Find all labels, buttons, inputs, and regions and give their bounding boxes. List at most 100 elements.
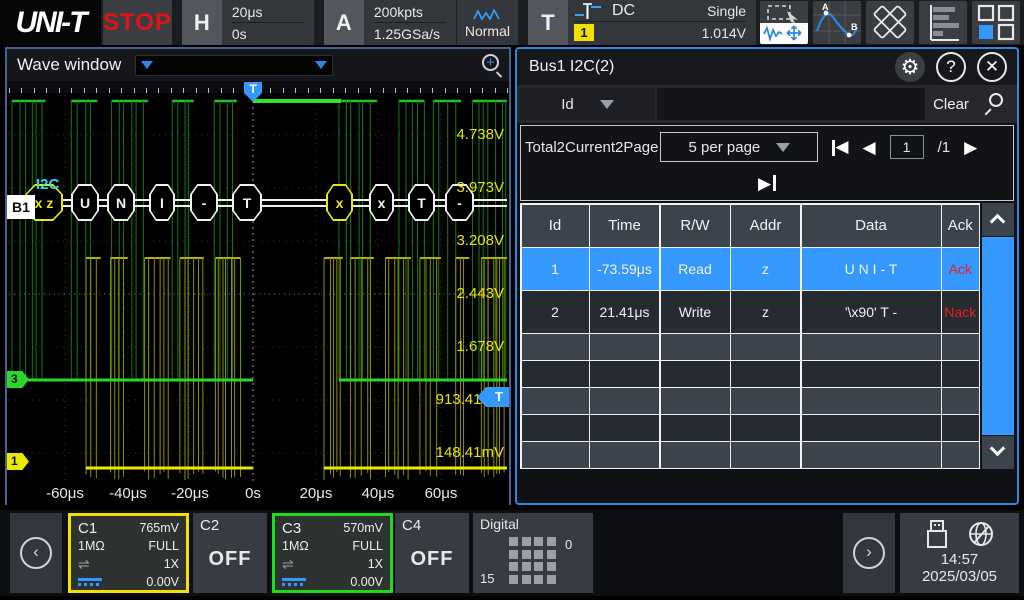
dropdown-arrow-icon	[600, 100, 614, 109]
channel1-probe: 1X	[164, 557, 179, 571]
clear-button[interactable]: Clear	[925, 96, 977, 113]
page-number-input[interactable]: 1	[890, 135, 924, 159]
table-cell[interactable]	[661, 334, 730, 359]
scrollbar-thumb[interactable]	[982, 237, 1014, 435]
collapse-left-button[interactable]: ‹	[10, 513, 62, 593]
table-cell[interactable]	[661, 415, 730, 440]
table-cell[interactable]: -73.59μs	[590, 248, 659, 289]
zoom-in-icon[interactable]: +	[482, 54, 499, 71]
channel3-probe: 1X	[368, 557, 383, 571]
digital-label: Digital	[480, 516, 519, 532]
run-state-button[interactable]: STOP	[103, 0, 172, 45]
select-zone-icon[interactable]	[760, 1, 808, 44]
table-cell[interactable]	[522, 334, 589, 359]
statistics-icon[interactable]	[919, 1, 967, 44]
table-cell[interactable]: Write	[661, 291, 730, 332]
measure-icon[interactable]	[866, 1, 914, 44]
per-page-dropdown[interactable]: 5 per page	[660, 132, 818, 162]
table-cell[interactable]: z	[731, 291, 800, 332]
table-cell[interactable]	[731, 361, 800, 386]
table-cell[interactable]	[731, 388, 800, 413]
acquire-key[interactable]: A	[324, 0, 364, 45]
table-cell[interactable]	[590, 334, 659, 359]
table-cell[interactable]: U N I - T	[802, 248, 941, 289]
voltage-label: 3.208V	[456, 232, 504, 249]
settings-gear-icon[interactable]: ⚙	[895, 52, 925, 82]
table-cell[interactable]	[731, 415, 800, 440]
clock-date: 2025/03/05	[900, 568, 1019, 585]
table-cell[interactable]	[590, 442, 659, 467]
channel2-tile[interactable]: C2 OFF	[193, 513, 267, 593]
channel3-tile[interactable]: C3570mV 1MΩFULL ⇌1X 0.00V	[272, 513, 393, 593]
window-layout-icon[interactable]	[972, 1, 1020, 44]
table-cell[interactable]	[942, 415, 979, 440]
horizontal-key[interactable]: H	[182, 0, 222, 45]
table-cell[interactable]	[802, 388, 941, 413]
search-input[interactable]	[657, 88, 925, 120]
table-cell[interactable]	[731, 442, 800, 467]
table-cell[interactable]: Nack	[942, 291, 979, 332]
brand-logo: UNI-T	[0, 0, 101, 45]
table-cell[interactable]	[661, 442, 730, 467]
table-cell[interactable]	[942, 361, 979, 386]
waveform-plot[interactable]: x zUNI-TxxT- B1 I2C 3 1 T 4.738V3.973V3.…	[7, 93, 509, 505]
table-cell[interactable]	[590, 361, 659, 386]
digital-tile[interactable]: Digital 0 15	[473, 513, 593, 593]
scroll-up-button[interactable]	[982, 203, 1014, 236]
table-cell[interactable]	[802, 415, 941, 440]
usb-icon	[924, 519, 950, 549]
topbar: UNI-T STOP H 20μs 0s A 200kpts 1.25GSa/s…	[0, 0, 1024, 45]
table-cell[interactable]: Read	[661, 248, 730, 289]
status-tile[interactable]: 14:57 2025/03/05	[900, 513, 1019, 593]
table-cell[interactable]: '\x90' T -	[802, 291, 941, 332]
channel1-offset: 0.00V	[146, 575, 179, 589]
channel1-tile[interactable]: C1765mV 1MΩFULL ⇌1X 0.00V	[68, 513, 189, 593]
table-cell[interactable]	[802, 442, 941, 467]
horizontal-section[interactable]: H 20μs 0s	[182, 0, 314, 45]
bus1-label[interactable]: B1	[7, 195, 35, 219]
search-field-value: Id	[561, 96, 574, 113]
decode-bubble: -	[190, 184, 218, 221]
table-cell[interactable]	[590, 415, 659, 440]
acquire-waveform-icon	[473, 7, 501, 23]
next-page-button[interactable]: ▶	[964, 139, 977, 156]
search-icon[interactable]	[977, 85, 1017, 123]
expand-right-button[interactable]: ›	[843, 513, 895, 593]
help-icon[interactable]: ?	[936, 52, 966, 82]
table-cell[interactable]	[942, 388, 979, 413]
wave-source-dropdown[interactable]	[135, 55, 333, 76]
prev-page-button[interactable]: ◀	[863, 139, 876, 156]
channel4-tile[interactable]: C4 OFF	[395, 513, 469, 593]
table-cell[interactable]	[590, 388, 659, 413]
table-cell[interactable]	[942, 442, 979, 467]
table-cell[interactable]	[522, 361, 589, 386]
table-cell[interactable]	[661, 388, 730, 413]
table-cell[interactable]	[522, 442, 589, 467]
table-cell[interactable]	[522, 415, 589, 440]
table-cell[interactable]: 2	[522, 291, 589, 332]
trigger-section[interactable]: T DC Single 1 1.014V	[528, 0, 756, 45]
table-cell[interactable]: z	[731, 248, 800, 289]
table-scrollbar[interactable]	[982, 203, 1014, 469]
channel3-bandwidth: FULL	[352, 539, 383, 553]
table-cell[interactable]	[731, 334, 800, 359]
scroll-down-button[interactable]	[982, 436, 1014, 469]
table-cell[interactable]: Ack	[942, 248, 979, 289]
first-page-button[interactable]: ◀	[832, 138, 848, 156]
acquire-section[interactable]: A 200kpts 1.25GSa/s Normal	[324, 0, 518, 45]
table-cell[interactable]: 1	[522, 248, 589, 289]
trigger-key[interactable]: T	[528, 0, 568, 45]
search-field-dropdown[interactable]: Id	[520, 88, 655, 120]
last-page-button[interactable]: ▶	[521, 168, 1013, 198]
table-cell[interactable]	[802, 361, 941, 386]
close-icon[interactable]: ✕	[977, 52, 1007, 82]
table-cell[interactable]	[942, 334, 979, 359]
horizontal-delay-value: 0s	[232, 23, 304, 44]
voltage-label: 1.678V	[456, 338, 504, 355]
table-cell[interactable]	[522, 388, 589, 413]
cursor-ab-icon[interactable]: AB	[813, 1, 861, 44]
table-cell[interactable]	[802, 334, 941, 359]
table-cell[interactable]: 21.41μs	[590, 291, 659, 332]
channel1-bandwidth: FULL	[148, 539, 179, 553]
table-cell[interactable]	[661, 361, 730, 386]
